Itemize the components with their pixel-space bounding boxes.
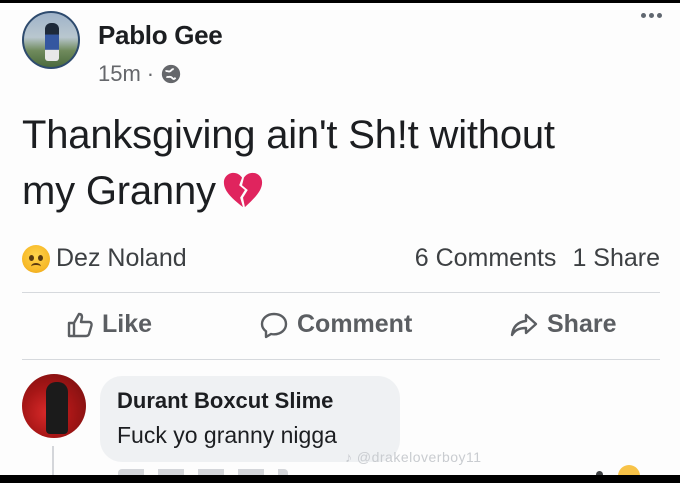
next-comment-dot <box>596 471 603 475</box>
comment-text: Fuck yo granny nigga <box>117 422 337 448</box>
post-text: Thanksgiving ain't Sh!t without my Grann… <box>22 107 672 219</box>
divider-top <box>22 292 660 293</box>
share-arrow-icon <box>510 313 538 336</box>
shares-count[interactable]: 1 Share <box>572 244 660 273</box>
sad-face-icon <box>22 244 50 273</box>
post-meta: 15m · <box>98 61 182 87</box>
avatar-figure <box>46 382 68 434</box>
author-avatar[interactable] <box>22 11 80 69</box>
post-text-line-2: my Granny <box>22 169 216 213</box>
reactor-name: Dez Noland <box>56 244 187 272</box>
next-comment-emoji-icon <box>618 465 640 475</box>
like-label: Like <box>102 310 153 338</box>
post-text-line-1: Thanksgiving ain't Sh!t without <box>22 113 555 157</box>
share-label: Share <box>547 310 617 338</box>
more-options-icon[interactable] <box>641 13 662 18</box>
comment-label: Comment <box>297 310 413 338</box>
engagement-counts: 6 Comments 1 Share <box>415 244 660 273</box>
thumbs-up-icon <box>67 312 93 337</box>
commenter-name[interactable]: Durant Boxcut Slime <box>117 388 333 414</box>
avatar-figure <box>45 23 59 61</box>
reaction-summary[interactable]: Dez Noland <box>22 244 187 273</box>
next-comment-cutoff <box>118 469 288 475</box>
comment-button[interactable]: Comment <box>259 310 412 339</box>
globe-icon <box>161 64 181 84</box>
meta-separator: · <box>146 61 155 86</box>
comment-bubble-icon <box>260 312 288 338</box>
reply-thread-line <box>52 446 54 475</box>
comments-count[interactable]: 6 Comments <box>415 244 557 273</box>
post-card: Pablo Gee 15m · Thanksgiving ain't Sh!t … <box>0 3 680 475</box>
share-button[interactable]: Share <box>509 310 616 339</box>
tiktok-watermark: ♪ @drakeloverboy11 <box>345 449 482 465</box>
post-author-name[interactable]: Pablo Gee <box>98 20 223 51</box>
broken-heart-icon <box>223 172 262 208</box>
divider-bottom <box>22 359 660 360</box>
commenter-avatar[interactable] <box>22 374 86 438</box>
like-button[interactable]: Like <box>66 310 152 339</box>
post-time[interactable]: 15m <box>98 61 141 87</box>
action-bar: Like Comment Share <box>0 310 680 350</box>
